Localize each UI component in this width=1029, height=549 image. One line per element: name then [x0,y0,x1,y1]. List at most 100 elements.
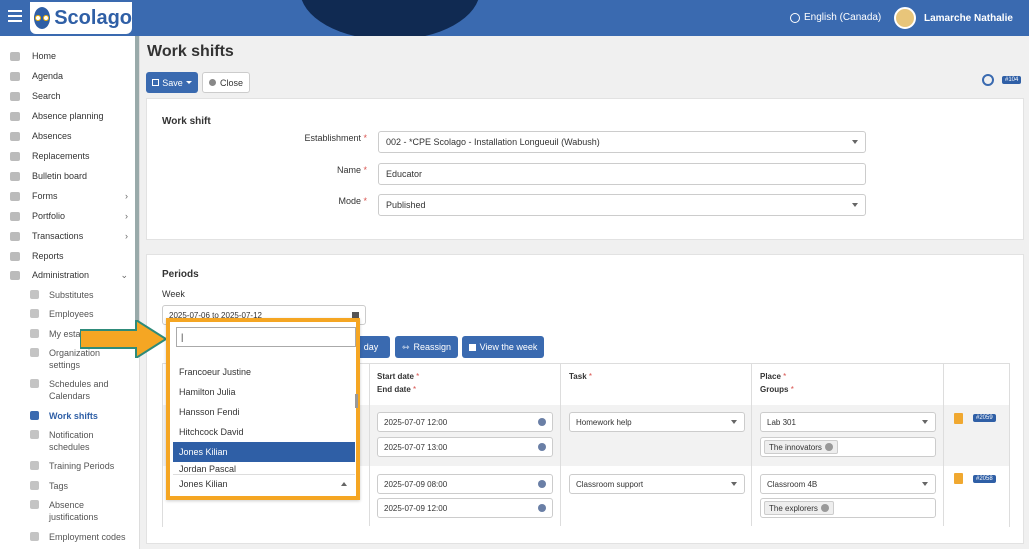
task-value: Classroom support [576,479,644,489]
sidebar-subitem-absence-justifications[interactable]: Absence justifications [0,499,136,523]
sidebar-subitem-notification-schedules[interactable]: Notification schedules [0,429,136,453]
trophy-icon [10,211,20,221]
globe-icon [790,12,800,23]
column-header-dates: Start date * End date * [377,370,419,396]
employee-option[interactable]: Francoeur Justine [173,362,355,382]
trash-icon[interactable] [954,413,963,424]
sidebar-item-absence-planning[interactable]: Absence planning [0,106,136,126]
header-text: End date [377,385,411,394]
sidebar-item-bulletin-board[interactable]: Bulletin board [0,166,136,186]
end-date-header: End date * [377,383,419,396]
employee-option[interactable]: Hansson Fendi [173,402,355,422]
employee-option-highlighted[interactable]: Jones Kilian [173,442,355,462]
home-icon [10,51,20,61]
end-date-input[interactable]: 2025-07-09 12:00 [377,498,553,518]
required-marker: * [416,372,420,381]
chevron-right-icon: › [125,191,128,201]
employee-dropdown[interactable]: | Francoeur Justine Hamilton Julia Hanss… [166,318,360,500]
sidebar-subitem-tags[interactable]: Tags [0,480,136,492]
calendar-icon [30,379,39,388]
dropdown-scrollbar[interactable] [355,394,358,408]
history-icon[interactable] [982,74,994,86]
mode-select[interactable]: Published [378,194,866,216]
sidebar-item-replacements[interactable]: Replacements [0,146,136,166]
chevron-down-icon: ⌄ [120,269,128,280]
sidebar-item-home[interactable]: Home [0,46,136,66]
periods-heading: Periods [162,269,199,280]
day-button-label: day [363,342,379,352]
language-selector[interactable]: English (Canada) [790,12,881,23]
sidebar-item-portfolio[interactable]: Portfolio › [0,206,136,226]
header-text: Task [569,372,587,381]
group-tag-label: The explorers [769,503,818,513]
sidebar-subitem-employment-codes[interactable]: Employment codes [0,531,136,543]
annotation-arrow-icon [80,320,168,358]
sidebar-subitem-work-shifts[interactable]: Work shifts [0,410,136,422]
remove-tag-icon[interactable] [824,443,833,451]
avatar [894,7,916,29]
sidebar-subitem-training-periods[interactable]: Training Periods [0,460,136,472]
close-button[interactable]: Close [202,72,250,93]
task-select[interactable]: Classroom support [569,474,745,494]
user-icon [10,131,20,141]
required-marker: * [783,372,787,381]
building-icon [30,329,39,338]
remove-tag-icon[interactable] [820,504,829,512]
sidebar-item-label: Absences [32,131,72,141]
sidebar-subitem-substitutes[interactable]: Substitutes [0,289,136,301]
sidebar-item-administration[interactable]: Administration ⌄ [0,265,136,285]
task-select[interactable]: Homework help [569,412,745,432]
view-week-button-label: View the week [479,342,538,352]
establishment-select[interactable]: 002 - *CPE Scolago - Installation Longue… [378,131,866,153]
sidebar-item-label: Replacements [32,151,90,161]
sidebar-item-forms[interactable]: Forms › [0,186,136,206]
sidebar-subitem-schedules-calendars[interactable]: Schedules and Calendars [0,378,136,402]
mode-value: Published [386,200,426,210]
sidebar-item-absences[interactable]: Absences [0,126,136,146]
tag-icon [30,481,39,490]
view-week-button[interactable]: View the week [462,336,544,358]
place-select[interactable]: Lab 301 [760,412,936,432]
settings-icon [30,348,39,357]
work-shift-card: Work shift Establishment * 002 - *CPE Sc… [146,98,1024,240]
caret-down-icon [185,81,192,84]
close-button-label: Close [219,77,243,88]
chevron-down-icon [922,482,928,486]
name-field[interactable]: Educator [378,163,866,185]
calendar-icon [468,343,476,351]
place-select[interactable]: Classroom 4B [760,474,936,494]
employee-option[interactable]: Hitchcock David [173,422,355,442]
report-icon [10,251,20,261]
sidebar-item-transactions[interactable]: Transactions › [0,226,136,246]
search-value: | [181,332,184,342]
employee-option[interactable]: Hamilton Julia [173,382,355,402]
sidebar-item-search[interactable]: Search [0,86,136,106]
save-icon [152,79,160,86]
user-name: Lamarche Nathalie [924,12,1013,24]
groups-select[interactable]: The innovators [760,437,936,457]
sidebar-item-label: Agenda [32,71,64,81]
replace-icon [10,151,20,161]
user-menu[interactable]: Lamarche Nathalie [894,7,1013,29]
employee-search-input[interactable]: | [176,327,356,347]
start-date-input[interactable]: 2025-07-09 08:00 [377,474,553,494]
sidebar-item-reports[interactable]: Reports [0,246,136,266]
trash-icon[interactable] [954,473,963,484]
sidebar-item-agenda[interactable]: Agenda [0,66,136,86]
sidebar-subitem-employees[interactable]: Employees [0,308,136,320]
reassign-button[interactable]: ⇿ Reassign [395,336,458,358]
table-icon [10,231,20,241]
employee-select[interactable]: Jones Kilian [173,474,355,492]
menu-icon[interactable] [8,10,22,24]
option-label: Francoeur Justine [179,367,252,377]
group-tag: The explorers [764,501,834,515]
groups-select[interactable]: The explorers [760,498,936,518]
establishment-value: 002 - *CPE Scolago - Installation Longue… [386,137,600,147]
save-button[interactable]: Save [146,72,198,93]
brand-logo[interactable]: Scolago [30,2,132,34]
end-date-input[interactable]: 2025-07-07 13:00 [377,437,553,457]
calendar-icon [10,71,20,81]
end-date-value: 2025-07-07 13:00 [384,442,448,452]
code-icon [30,532,39,541]
start-date-input[interactable]: 2025-07-07 12:00 [377,412,553,432]
